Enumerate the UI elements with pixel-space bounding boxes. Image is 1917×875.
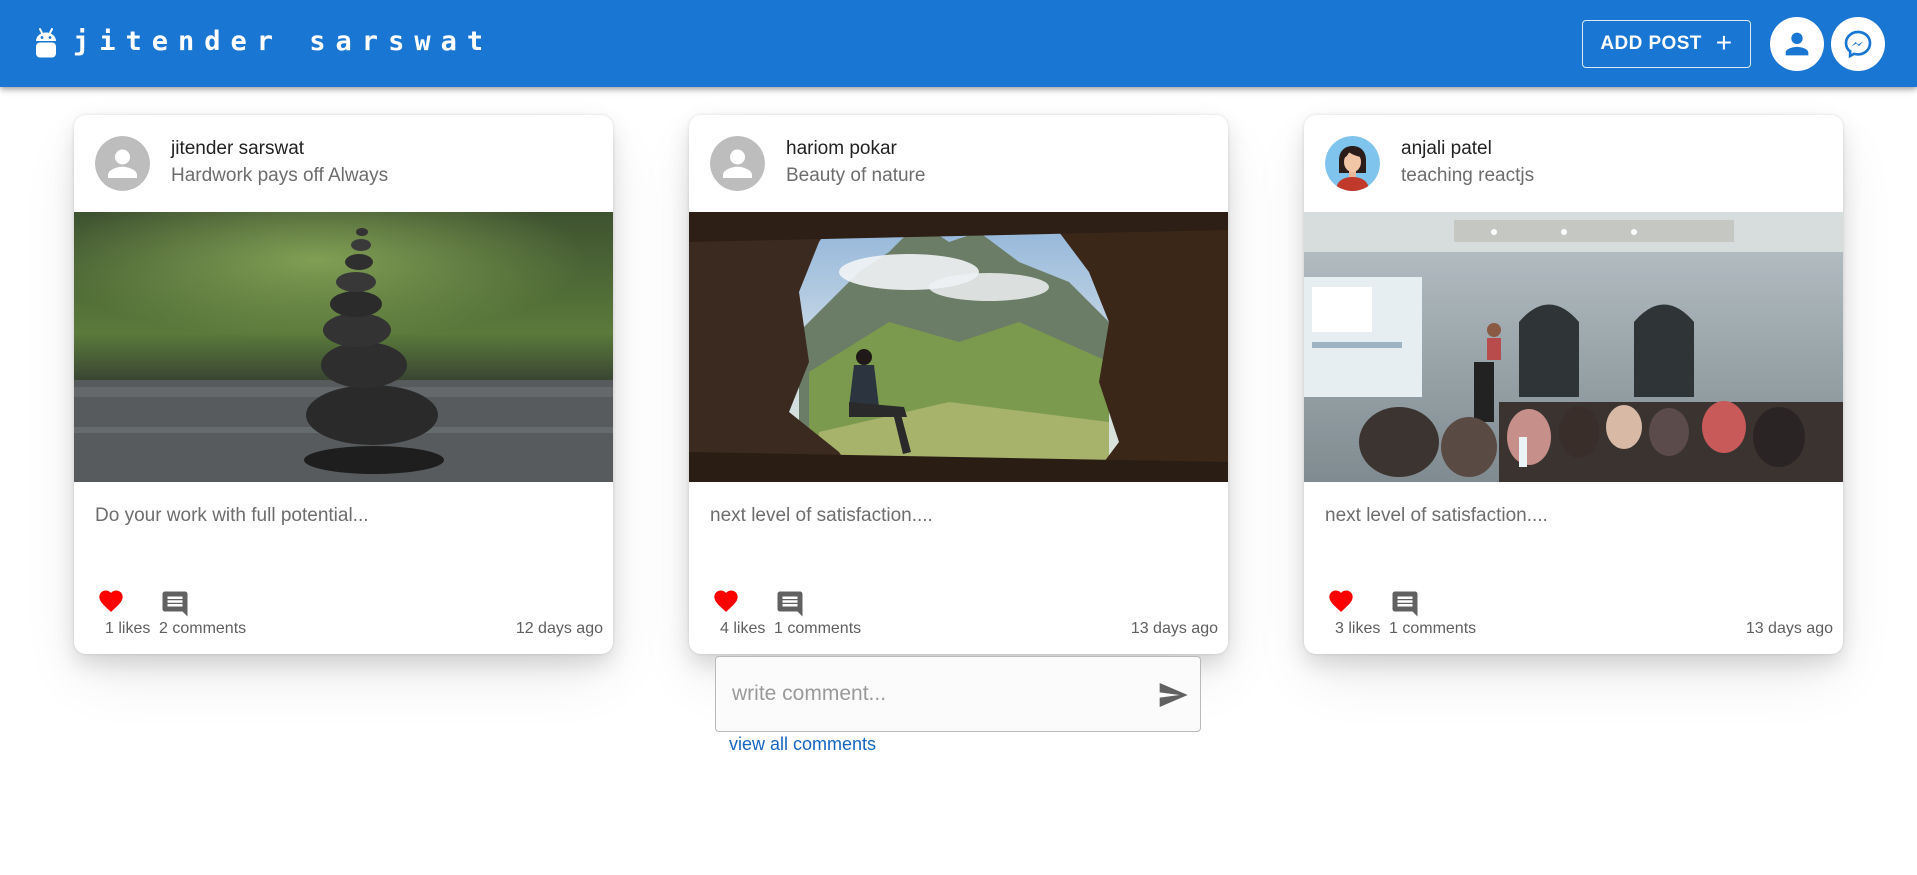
avatar — [1325, 136, 1380, 191]
add-post-button[interactable]: ADD POST + — [1582, 20, 1751, 68]
post-body: next level of satisfaction.... — [710, 505, 933, 526]
comments-count[interactable]: 2 comments — [159, 620, 246, 638]
heart-icon[interactable] — [1326, 587, 1356, 615]
comment-icon[interactable] — [160, 589, 190, 619]
avatar — [95, 136, 150, 191]
comments-count[interactable]: 1 comments — [774, 620, 861, 638]
post-image — [74, 212, 613, 482]
messenger-button[interactable] — [1831, 17, 1885, 71]
person-icon — [1785, 32, 1809, 56]
comments-count[interactable]: 1 comments — [1389, 620, 1476, 638]
view-all-comments-link[interactable]: view all comments — [729, 734, 876, 755]
post-body: Do your work with full potential... — [95, 505, 369, 526]
likes-count: 3 likes — [1335, 620, 1381, 637]
plus-icon: + — [1715, 27, 1733, 58]
woman-avatar-icon — [1325, 136, 1380, 191]
post-image — [1304, 212, 1843, 482]
app-bar: jitender sarswat ADD POST + — [0, 0, 1917, 87]
default-avatar-icon — [710, 136, 765, 191]
post-caption: teaching reactjs — [1401, 165, 1535, 186]
comment-form — [715, 656, 1201, 732]
post-header: anjali patel teaching reactjs — [1304, 115, 1843, 212]
likes-count: 1 likes — [105, 620, 151, 637]
post-author[interactable]: hariom pokar — [786, 138, 897, 160]
post-card: jitender sarswat Hardwork pays off Alway… — [74, 115, 613, 654]
default-avatar-icon — [95, 136, 150, 191]
comment-icon[interactable] — [1390, 589, 1420, 619]
post-time: 13 days ago — [1130, 620, 1218, 637]
comment-icon[interactable] — [775, 589, 805, 619]
post-header: hariom pokar Beauty of nature — [689, 115, 1228, 212]
post-caption: Hardwork pays off Always — [171, 165, 389, 186]
post-card: anjali patel teaching reactjs next level… — [1304, 115, 1843, 654]
post-time: 13 days ago — [1745, 620, 1833, 637]
app-title: jitender sarswat — [73, 26, 494, 57]
post-author[interactable]: anjali patel — [1401, 138, 1492, 160]
likes-count: 4 likes — [720, 620, 766, 637]
post-header: jitender sarswat Hardwork pays off Alway… — [74, 115, 613, 212]
send-icon[interactable] — [1157, 679, 1189, 711]
post-image — [689, 212, 1228, 482]
post-card: hariom pokar Beauty of nature next level… — [689, 115, 1228, 654]
profile-button[interactable] — [1770, 17, 1824, 71]
post-caption: Beauty of nature — [786, 165, 926, 186]
android-icon — [36, 28, 56, 58]
post-author[interactable]: jitender sarswat — [171, 138, 304, 160]
heart-icon[interactable] — [96, 587, 126, 615]
messenger-icon — [1844, 30, 1872, 59]
avatar — [710, 136, 765, 191]
comment-input[interactable] — [732, 671, 1132, 717]
post-time: 12 days ago — [515, 620, 603, 637]
post-body: next level of satisfaction.... — [1325, 505, 1548, 526]
add-post-label: ADD POST — [1600, 33, 1702, 54]
heart-icon[interactable] — [711, 587, 741, 615]
